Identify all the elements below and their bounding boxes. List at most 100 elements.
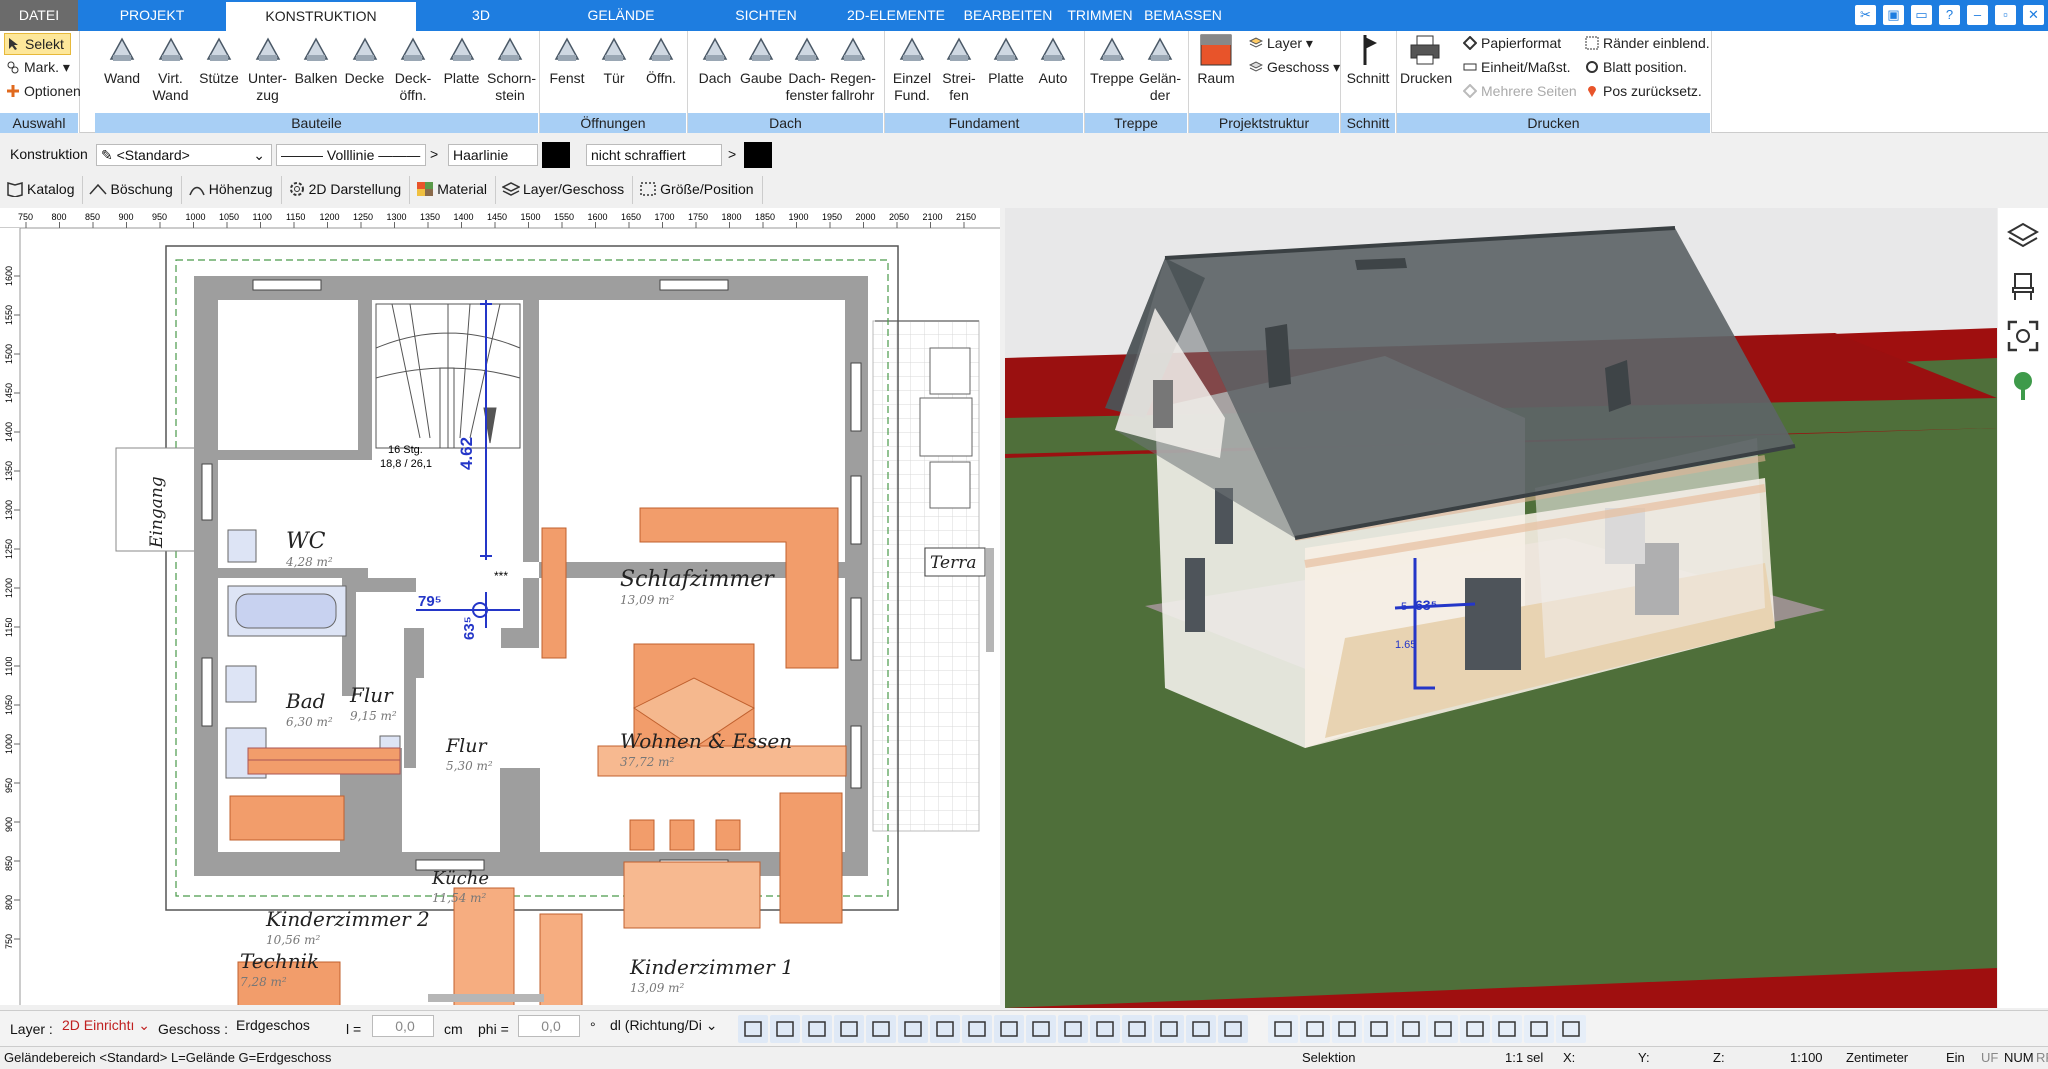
tree-icon[interactable] [2007,370,2039,402]
hatch-dropdown[interactable]: nicht schraffiert [586,144,722,166]
bottom-tool-icon-2[interactable] [802,1015,832,1043]
bottom-tool-icon-15[interactable] [1218,1015,1248,1043]
bottom-tool-icon-13[interactable] [1154,1015,1184,1043]
drucken-button[interactable]: Drucken [1400,33,1452,87]
boeschung-button[interactable]: Böschung [83,176,182,204]
line-color-swatch[interactable] [542,142,570,168]
hoehenzug-button[interactable]: Höhenzug [182,176,282,204]
dach-button-1[interactable]: Gaube [738,33,784,87]
minimize-icon[interactable]: – [1967,5,1988,25]
geschoss-dropdown[interactable]: Geschoss ▾ [1248,55,1340,79]
layer-dropdown[interactable]: Layer ▾ [1248,31,1313,55]
layer-select[interactable]: 2D Einrichtı ⌄ [58,1015,150,1037]
bauteile-button-3[interactable]: Unter-zug [245,33,291,104]
bottom-tool-icon-9[interactable] [1026,1015,1056,1043]
tools-icon[interactable]: ✂ [1855,5,1876,25]
geschoss-select[interactable]: Erdgeschos ⌄ [232,1015,322,1053]
einheit-button[interactable]: Einheit/Maßst. [1463,55,1570,79]
window-icon[interactable]: ▭ [1911,5,1932,25]
bauteile-button-7[interactable]: Platte [439,33,485,87]
bottom-tool-icon-3[interactable] [834,1015,864,1043]
bauteile-button-5[interactable]: Decke [342,33,388,87]
raum-button[interactable]: Raum [1193,33,1239,87]
bauteile-button-0[interactable]: Wand [99,33,145,87]
room-name-3[interactable]: Flur [349,683,394,707]
line-weight-dropdown[interactable]: Haarlinie [448,144,538,166]
bauteile-button-4[interactable]: Balken [293,33,339,87]
room-name-6[interactable]: Küche [431,868,489,889]
bottom-tool-icon-22[interactable] [1460,1015,1490,1043]
oeffnungen-button-2[interactable]: Öffn. [638,33,684,87]
tab-datei[interactable]: DATEI [0,0,78,31]
fit-view-icon[interactable] [2007,320,2039,352]
treppe-button-0[interactable]: Treppe [1089,33,1135,87]
fundament-button-1[interactable]: Strei-fen [936,33,982,104]
line-type-dropdown[interactable]: ——— Volllinie ——— [276,144,426,166]
blatt-position-button[interactable]: Blatt position. [1585,55,1687,79]
3d-view[interactable]: 63⁵ 1.65 5 [1005,208,1997,1008]
optionen-button[interactable]: Optionen [6,79,81,103]
layers-3d-icon[interactable] [2007,220,2039,252]
tab-bearbeiten[interactable]: BEARBEITEN [956,0,1060,31]
bottom-tool-icon-16[interactable] [1268,1015,1298,1043]
bottom-tool-icon-5[interactable] [898,1015,928,1043]
mark-button[interactable]: Mark. ▾ [6,55,70,79]
tab-2d-elemente[interactable]: 2D-ELEMENTE [836,0,956,31]
fundament-button-3[interactable]: Auto [1030,33,1076,87]
room-name-1[interactable]: Schlafzimmer [620,567,775,592]
2d-darstellung-button[interactable]: 2D Darstellung [282,176,411,204]
bottom-tool-icon-20[interactable] [1396,1015,1426,1043]
pos-zuruecksetzen-button[interactable]: Pos zurücksetz. [1585,79,1702,103]
floor-plan-view[interactable]: 750 800 850 900 950 1000 1050 1100 1150 1200 1250 1… [0,208,1000,1005]
treppe-button-1[interactable]: Gelän-der [1137,33,1183,104]
bauteile-button-1[interactable]: Virt. Wand [148,33,194,104]
bottom-tool-icon-18[interactable] [1332,1015,1362,1043]
schnitt-button[interactable]: Schnitt [1345,33,1391,87]
bottom-tool-icon-8[interactable] [994,1015,1024,1043]
plan-vertical-scrollbar[interactable] [986,548,994,652]
dach-button-0[interactable]: Dach [692,33,738,87]
material-button[interactable]: Material [410,176,496,204]
bauteile-button-6[interactable]: Deck-öffn. [390,33,436,104]
bottom-tool-icon-19[interactable] [1364,1015,1394,1043]
fill-color-swatch[interactable] [744,142,772,168]
layout-icon[interactable]: ▣ [1883,5,1904,25]
selekt-button[interactable]: Selekt [4,33,71,55]
room-name-4[interactable]: Flur [445,735,488,757]
style-dropdown[interactable]: ✎ <Standard> ⌄ [96,144,272,166]
room-name-5[interactable]: Wohnen & Essen [620,729,792,753]
dach-button-2[interactable]: Dach-fenster [784,33,830,104]
room-name-7[interactable]: Kinderzimmer 2 [265,907,430,931]
bottom-tool-icon-12[interactable] [1122,1015,1152,1043]
groesse-position-button[interactable]: Größe/Position [633,176,763,204]
tab-trimmen[interactable]: TRIMMEN [1060,0,1140,31]
bottom-tool-icon-6[interactable] [930,1015,960,1043]
oeffnungen-button-0[interactable]: Fenst [544,33,590,87]
katalog-button[interactable]: Katalog [0,176,84,204]
oeffnungen-button-1[interactable]: Tür [591,33,637,87]
direction-select[interactable]: dl (Richtung/Di ⌄ [606,1015,724,1037]
raender-button[interactable]: Ränder einblend. [1585,31,1710,55]
phi-input[interactable]: 0,0 [518,1015,580,1037]
fundament-button-0[interactable]: Einzel Fund. [889,33,935,104]
chair-icon[interactable] [2007,270,2039,302]
eingang-label[interactable]: Eingang [147,476,167,549]
room-name-9[interactable]: Kinderzimmer 1 [629,955,794,979]
plan-horizontal-scrollbar[interactable] [428,994,544,1002]
fundament-button-2[interactable]: Platte [983,33,1029,87]
tab-projekt[interactable]: PROJEKT [78,0,226,31]
bottom-tool-icon-24[interactable] [1524,1015,1554,1043]
bottom-tool-icon-14[interactable] [1186,1015,1216,1043]
tab-bemassen[interactable]: BEMASSEN [1140,0,1226,31]
room-name-0[interactable]: WC [286,529,326,554]
close-icon[interactable]: ✕ [2023,5,2044,25]
bottom-tool-icon-0[interactable] [738,1015,768,1043]
terrasse-label[interactable]: Terra [930,553,976,573]
dach-button-3[interactable]: Regen-fallrohr [830,33,876,104]
tab-3d[interactable]: 3D [416,0,546,31]
help-icon[interactable]: ? [1939,5,1960,25]
layer-geschoss-button[interactable]: Layer/Geschoss [496,176,634,204]
tab-sichten[interactable]: SICHTEN [696,0,836,31]
bauteile-button-8[interactable]: Schorn-stein [487,33,536,104]
l-input[interactable]: 0,0 [372,1015,434,1037]
